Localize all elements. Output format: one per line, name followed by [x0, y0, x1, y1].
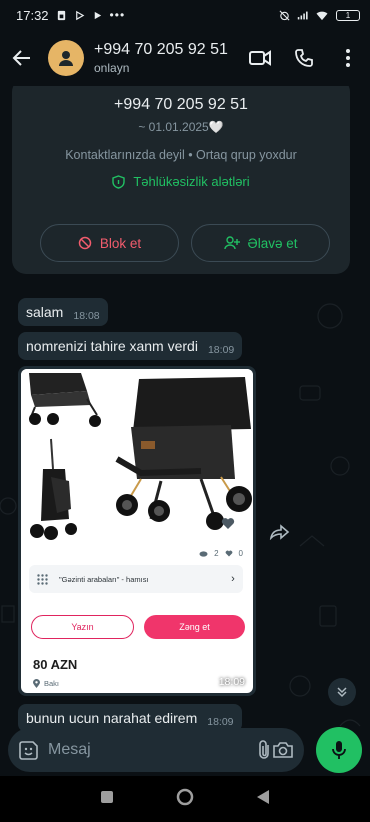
info-phone: +994 70 205 92 51: [114, 96, 248, 113]
contact-name: +994 70 205 92 51: [94, 41, 228, 58]
sticker-icon: [19, 741, 38, 760]
avatar[interactable]: [48, 40, 84, 76]
eye-icon: [199, 550, 208, 557]
add-person-icon: [223, 236, 240, 250]
message-input-box: [8, 728, 304, 772]
image-message[interactable]: 2 0 "Gəzinti arabaları" - hamısı › Yazın…: [18, 366, 256, 696]
heart-icon: [225, 550, 232, 557]
ad-category-text: "Gəzinti arabaları" - hamısı: [59, 574, 149, 584]
favorite-heart-icon: [221, 518, 235, 529]
forward-icon: [269, 524, 290, 540]
message-text: nomrenizi tahire xanm verdi: [26, 338, 198, 354]
voice-message-button[interactable]: [316, 727, 362, 773]
ad-stats: 2 0: [199, 549, 243, 558]
camera-icon: [273, 742, 293, 758]
ad-price: 80 AZN: [33, 657, 78, 672]
message-text: salam: [26, 304, 64, 320]
scroll-to-bottom-button[interactable]: [328, 678, 356, 706]
add-contact-button[interactable]: Əlavə et: [191, 224, 330, 262]
chat-area[interactable]: +994 70 205 92 51 ~ 01.01.2025🤍 Kontaktl…: [0, 86, 370, 776]
status-bar: 17:32 ••• 1: [0, 0, 370, 30]
more-notifications-icon: •••: [109, 8, 126, 22]
block-label: Blok et: [99, 235, 142, 251]
play-icon: [75, 10, 84, 20]
more-options-button[interactable]: [326, 30, 370, 86]
double-chevron-down-icon: [337, 687, 347, 698]
paperclip-icon: [258, 740, 269, 759]
stroller-photo: [21, 369, 253, 549]
person-icon: [59, 51, 73, 66]
chevron-right-icon: ›: [231, 573, 235, 585]
ad-category: "Gəzinti arabaları" - hamısı ›: [29, 565, 243, 593]
contact-info[interactable]: +994 70 205 92 51 onlayn: [94, 41, 238, 75]
alarm-off-icon: [279, 10, 290, 20]
message-time: 18:08: [73, 310, 100, 322]
system-back-button[interactable]: [256, 789, 270, 810]
contact-status: onlayn: [94, 61, 130, 75]
attach-button[interactable]: [255, 734, 272, 766]
phone-icon: [295, 49, 313, 67]
arrow-left-icon: [12, 50, 30, 66]
ad-write-button: Yazın: [31, 615, 134, 639]
recents-button[interactable]: [100, 790, 114, 809]
forward-button[interactable]: [266, 518, 294, 546]
recents-icon: [101, 790, 113, 803]
composer: [0, 724, 370, 776]
location-pin-icon: [33, 679, 40, 688]
contact-info-card: +994 70 205 92 51 ~ 01.01.2025🤍 Kontaktl…: [12, 86, 350, 274]
home-button[interactable]: [176, 788, 194, 811]
back-triangle-icon: [257, 789, 269, 804]
signal-icon: [297, 11, 308, 19]
ad-location-text: Bakı: [44, 679, 60, 688]
block-icon: [78, 236, 92, 250]
ad-call-button: Zəng et: [144, 615, 245, 639]
more-vertical-icon: [346, 49, 350, 67]
block-button[interactable]: Blok et: [40, 224, 179, 262]
contacts-note: Kontaktlarınızda deyil • Ortaq qrup yoxd…: [65, 148, 297, 162]
camera-button[interactable]: [272, 734, 294, 766]
message-time: 18:09: [218, 676, 245, 688]
message-time: 18:09: [207, 344, 235, 356]
message-bubble[interactable]: nomrenizi tahire xanm verdi 18:09: [18, 332, 243, 360]
video-camera-icon: [249, 50, 271, 66]
grid-icon: [36, 573, 48, 585]
add-contact-label: Əlavə et: [247, 235, 298, 251]
microphone-icon: [332, 741, 346, 759]
ad-screenshot-image[interactable]: 2 0 "Gəzinti arabaları" - hamısı › Yazın…: [21, 369, 253, 693]
voice-call-button[interactable]: [282, 30, 326, 86]
battery-icon: 1: [336, 9, 360, 21]
wifi-icon: [316, 11, 328, 20]
ad-views: 2: [214, 549, 219, 558]
security-tools-label: Təhlükəsizlik alətləri: [133, 174, 250, 189]
sticker-button[interactable]: [18, 734, 40, 766]
system-nav-bar: [0, 776, 370, 822]
play-icon: [94, 11, 101, 19]
shield-icon: [112, 174, 126, 189]
battery-level: 1: [345, 10, 351, 20]
message-input[interactable]: [48, 741, 255, 759]
chat-header: +994 70 205 92 51 onlayn: [0, 30, 370, 86]
ad-location: Bakı: [33, 679, 59, 688]
message-bubble[interactable]: salam 18:08: [18, 298, 108, 326]
video-call-button[interactable]: [238, 30, 282, 86]
back-button[interactable]: [0, 30, 44, 86]
sim-icon: [57, 10, 65, 20]
info-date: ~ 01.01.2025🤍: [138, 120, 224, 134]
security-tools-link[interactable]: Təhlükəsizlik alətləri: [12, 174, 350, 189]
ad-likes: 0: [238, 549, 243, 558]
status-time: 17:32: [16, 7, 49, 23]
home-icon: [176, 788, 194, 805]
